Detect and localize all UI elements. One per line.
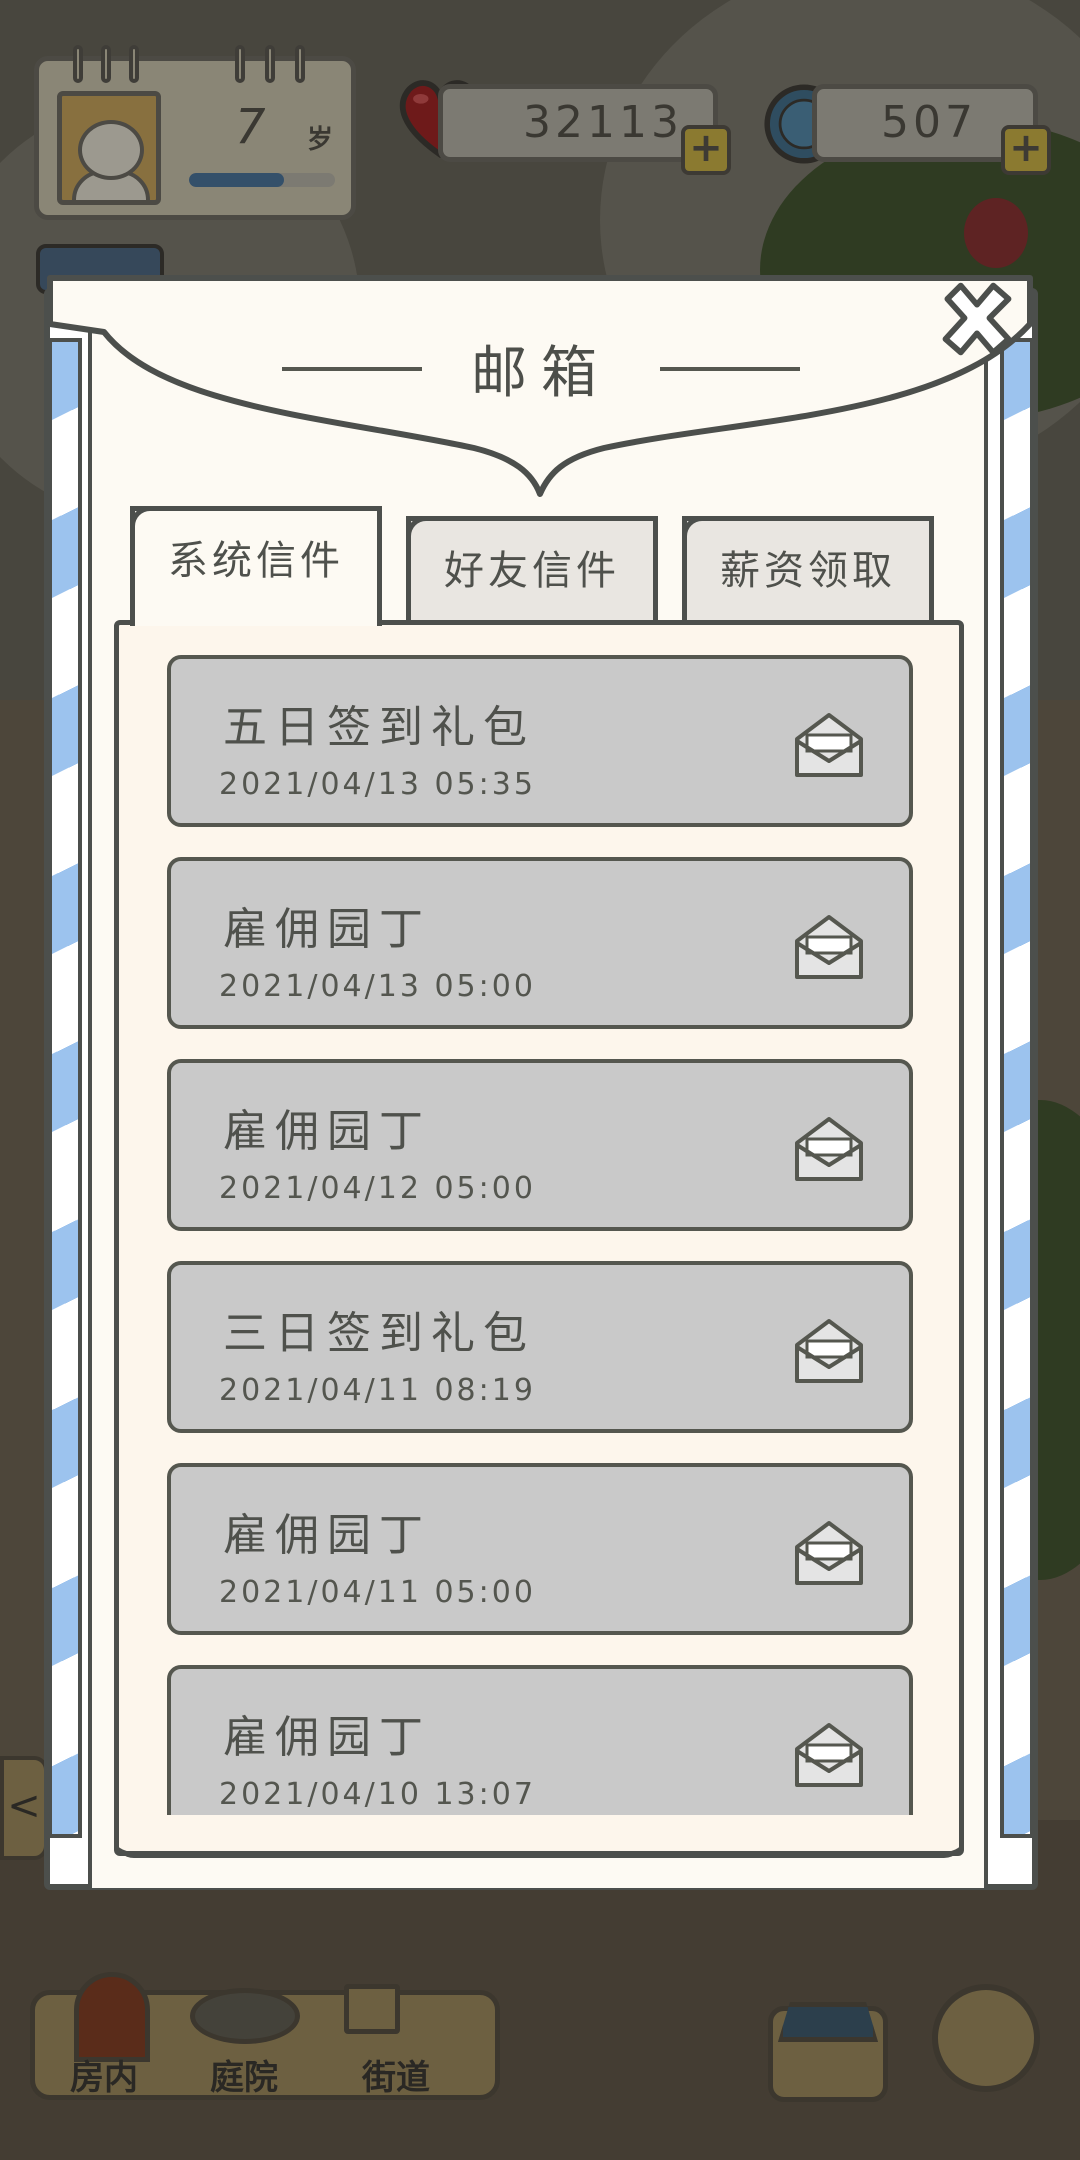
tab-friend-mail[interactable]: 好友信件 [406,516,658,626]
title-divider-left [281,366,422,371]
binder-ring [265,45,275,83]
mail-item[interactable]: 五日签到礼包 2021/04/13 05:35 [167,655,913,827]
mail-title: 雇佣园丁 [223,1106,431,1157]
binder-ring [73,45,83,83]
age-panel: 7 岁 [34,45,356,220]
mail-item[interactable]: 雇佣园丁 2021/04/11 05:00 [167,1463,913,1635]
nav-item-street[interactable]: 街道 [362,2050,430,2099]
bottle-caps-counter: 507 + [812,84,1051,175]
mail-title: 雇佣园丁 [223,904,431,955]
open-envelope-icon [795,1521,863,1585]
tab-label: 薪资领取 [720,548,896,594]
mail-item[interactable]: 三日签到礼包 2021/04/11 08:19 [167,1261,913,1433]
open-envelope-icon [795,915,863,979]
street-sign-icon [344,1984,400,2034]
home-roof-icon [778,2002,878,2042]
binder-ring [295,45,305,83]
tab-label: 系统信件 [168,538,344,584]
open-envelope-icon [795,1117,863,1181]
mail-item[interactable]: 雇佣园丁 2021/04/13 05:00 [167,857,913,1029]
tab-label: 好友信件 [444,548,620,594]
mail-time: 2021/04/12 05:00 [219,1171,536,1206]
left-arrow-button[interactable]: < [0,1756,48,1860]
mail-time: 2021/04/10 13:07 [219,1777,536,1812]
hearts-value: 32113 [523,97,683,148]
title-divider-right [660,366,801,371]
hearts-counter: 32113 + [438,84,731,175]
add-bottle-caps-button[interactable]: + [1001,125,1051,175]
mailbox-title: 邮箱 [471,341,611,406]
house-door-icon [74,1972,150,2062]
open-envelope-icon [795,1319,863,1383]
yard-tree-icon [190,1988,300,2044]
mail-time: 2021/04/11 05:00 [219,1575,536,1610]
bottle-caps-value: 507 [881,97,977,148]
exit-button[interactable] [932,1984,1040,2092]
mail-list[interactable]: 五日签到礼包 2021/04/13 05:35 雇佣园丁 2021/04/13 … [119,625,959,1815]
tab-curl [682,516,736,548]
mail-title: 雇佣园丁 [223,1510,431,1561]
age-value: 7 [235,99,266,155]
open-envelope-icon [795,713,863,777]
close-icon[interactable] [934,276,1020,362]
mail-time: 2021/04/13 05:35 [219,767,536,802]
tab-curl [406,516,460,548]
mailbox-modal: 邮箱 系统信件 好友信件 薪资领取 五日签到礼包 2021/04/13 05:3… [44,268,1038,1890]
mail-title: 雇佣园丁 [223,1712,431,1763]
open-envelope-icon [795,1723,863,1787]
mail-title: 五日签到礼包 [223,702,535,753]
player-avatar[interactable] [57,91,161,205]
avatar-face [78,120,144,180]
age-progress-bar [189,173,335,187]
paper-bottom-edge [114,1818,964,1858]
binder-ring [101,45,111,83]
mail-time: 2021/04/13 05:00 [219,969,536,1004]
mailbox-title-row: 邮箱 [44,328,1038,409]
add-hearts-button[interactable]: + [681,125,731,175]
mail-time: 2021/04/11 08:19 [219,1373,536,1408]
mail-list-panel[interactable]: 五日签到礼包 2021/04/13 05:35 雇佣园丁 2021/04/13 … [114,620,964,1856]
age-progress-fill [189,173,284,187]
tab-curl [130,506,184,538]
tab-system-mail[interactable]: 系统信件 [130,506,382,626]
airmail-stripe-right [1000,338,1034,1838]
binder-ring [235,45,245,83]
nav-item-yard[interactable]: 庭院 [210,2050,278,2099]
mail-item[interactable]: 雇佣园丁 2021/04/12 05:00 [167,1059,913,1231]
mail-item[interactable]: 雇佣园丁 2021/04/10 13:07 [167,1665,913,1815]
binder-ring [129,45,139,83]
airmail-stripe-left [48,338,82,1838]
tab-salary[interactable]: 薪资领取 [682,516,934,626]
nav-item-indoor[interactable]: 房内 [70,2050,138,2099]
balloon-icon [964,198,1028,268]
mail-title: 三日签到礼包 [223,1308,535,1359]
age-unit: 岁 [307,125,334,155]
